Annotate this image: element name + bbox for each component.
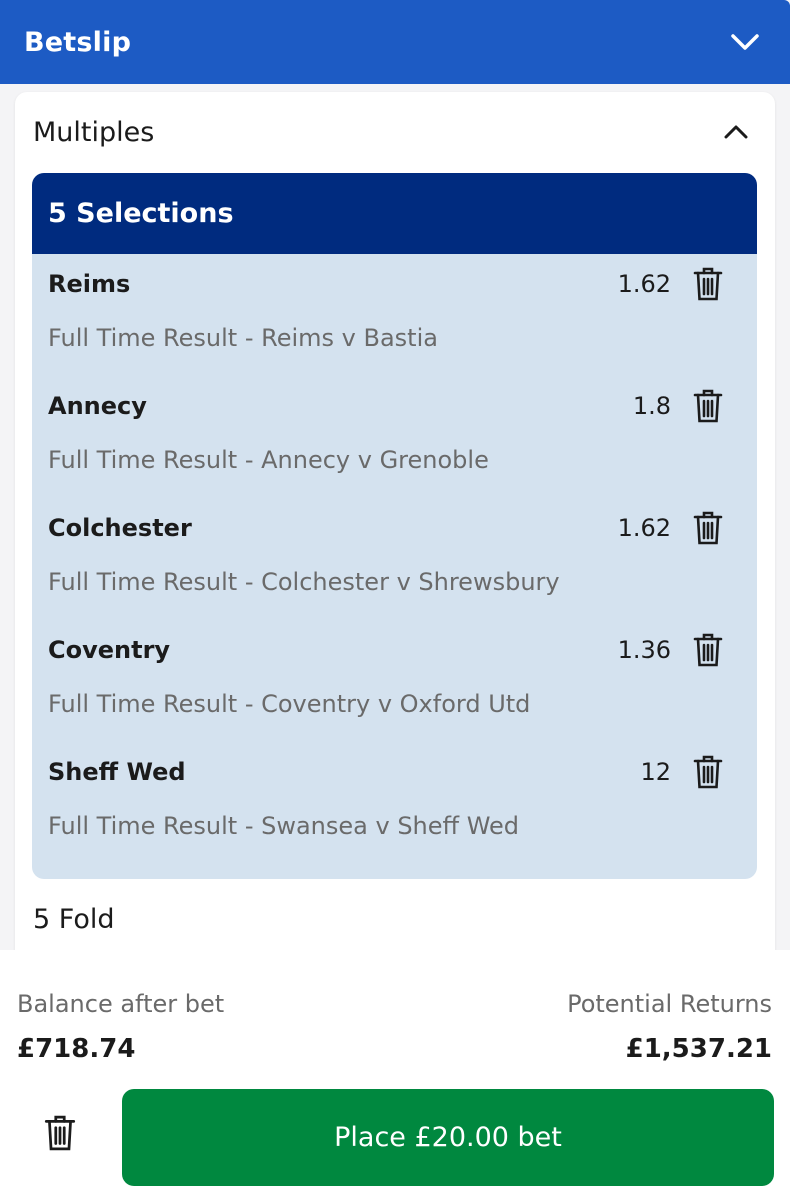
selection-market: Full Time Result - Swansea v Sheff Wed xyxy=(48,812,520,840)
multiples-title: Multiples xyxy=(33,116,155,148)
selection-team: Sheff Wed xyxy=(48,758,186,786)
selection-market: Full Time Result - Coventry v Oxford Utd xyxy=(48,690,531,718)
selection-item: Annecy 1.8 Full Time Result - Annecy v G… xyxy=(32,376,757,498)
selection-odds: 1.8 xyxy=(632,392,671,420)
trash-icon[interactable] xyxy=(691,508,725,548)
selection-team: Reims xyxy=(48,270,131,298)
place-bet-label: Place £20.00 bet xyxy=(334,1122,562,1153)
trash-icon[interactable] xyxy=(691,752,725,792)
balance-label: Balance after bet xyxy=(17,990,225,1018)
selection-item: Colchester 1.62 Full Time Result - Colch… xyxy=(32,498,757,620)
selection-odds: 1.62 xyxy=(617,514,671,542)
selections-panel: 5 Selections Reims 1.62 Full Time Result… xyxy=(32,173,757,879)
fold-bet-label: 5 Fold xyxy=(33,904,115,935)
selection-team: Colchester xyxy=(48,514,192,542)
selection-odds: 12 xyxy=(640,758,671,786)
returns-label: Potential Returns xyxy=(567,990,772,1018)
selections-count: 5 Selections xyxy=(48,198,234,229)
selection-team: Annecy xyxy=(48,392,147,420)
selections-header: 5 Selections xyxy=(32,173,757,254)
selection-team: Coventry xyxy=(48,636,171,664)
returns-value: £1,537.21 xyxy=(625,1034,772,1064)
multiples-toggle[interactable]: Multiples xyxy=(15,92,775,172)
selection-market: Full Time Result - Reims v Bastia xyxy=(48,324,438,352)
selection-item: Reims 1.62 Full Time Result - Reims v Ba… xyxy=(32,254,757,376)
trash-icon[interactable] xyxy=(691,386,725,426)
betslip-header: Betslip xyxy=(0,0,790,84)
selection-odds: 1.36 xyxy=(617,636,671,664)
balance-value: £718.74 xyxy=(17,1034,136,1064)
betslip-title: Betslip xyxy=(24,26,132,58)
trash-icon[interactable] xyxy=(691,264,725,304)
betslip-footer: Balance after bet £718.74 Potential Retu… xyxy=(0,950,790,1200)
selection-item: Sheff Wed 12 Full Time Result - Swansea … xyxy=(32,742,757,864)
selection-item: Coventry 1.36 Full Time Result - Coventr… xyxy=(32,620,757,742)
multiples-card: Multiples 5 Selections Reims 1.62 Full T… xyxy=(15,92,775,962)
selection-market: Full Time Result - Annecy v Grenoble xyxy=(48,446,489,474)
selection-market: Full Time Result - Colchester v Shrewsbu… xyxy=(48,568,560,596)
place-bet-button[interactable]: Place £20.00 bet xyxy=(122,1089,774,1186)
trash-icon[interactable] xyxy=(40,1112,80,1154)
trash-icon[interactable] xyxy=(691,630,725,670)
chevron-up-icon[interactable] xyxy=(719,115,753,149)
chevron-down-icon[interactable] xyxy=(728,25,762,59)
selection-odds: 1.62 xyxy=(617,270,671,298)
